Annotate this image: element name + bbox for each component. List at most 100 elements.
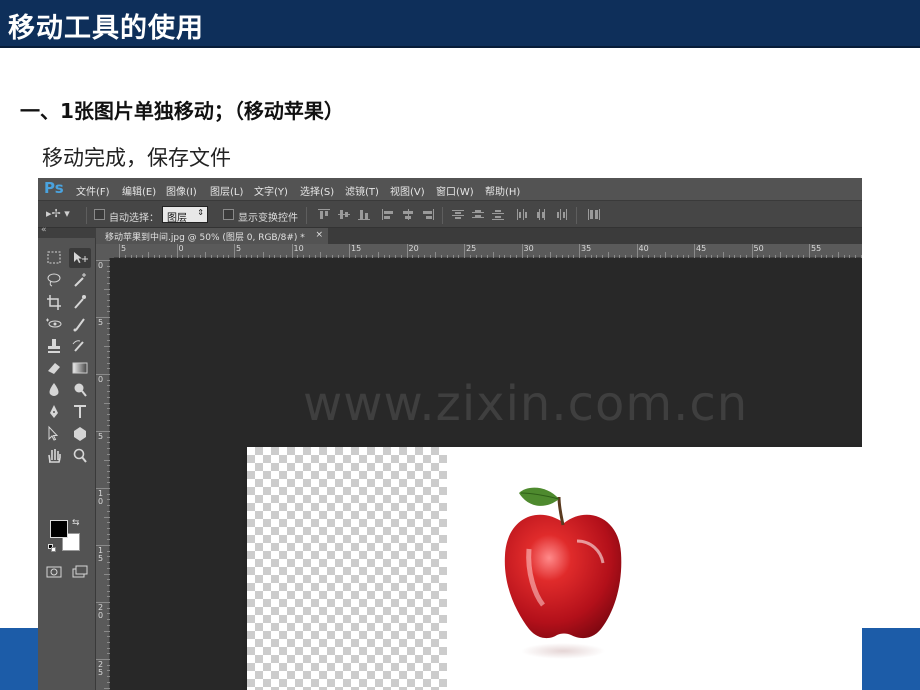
swap-colors-icon[interactable]: ⇆	[72, 518, 80, 528]
ruler-minor-tick	[820, 255, 822, 258]
align-top-icon[interactable]	[318, 209, 330, 220]
eraser-tool-icon[interactable]	[43, 358, 65, 378]
ruler-minor-tick	[395, 255, 396, 258]
ruler-label: 35	[581, 244, 592, 253]
ruler-label: 30	[523, 244, 534, 253]
pen-tool-icon[interactable]	[43, 402, 65, 422]
ruler-minor-tick	[104, 573, 110, 575]
align-vcenter-icon[interactable]	[338, 209, 350, 220]
gradient-tool-icon[interactable]	[69, 358, 91, 378]
distribute-vcenter-icon[interactable]	[472, 209, 484, 220]
move-tool-preset-icon[interactable]: ▸✢ ▾	[46, 207, 70, 220]
ruler-label: 55	[811, 244, 822, 253]
ruler-minor-tick	[372, 255, 373, 258]
ruler-label: 20	[408, 244, 419, 253]
distribute-top-icon[interactable]	[452, 209, 464, 220]
ruler-minor-tick	[107, 265, 110, 267]
close-tab-icon[interactable]: ×	[315, 230, 323, 240]
ruler-minor-tick	[538, 255, 540, 258]
menu-window[interactable]: 窗口(W)	[436, 183, 474, 198]
auto-select-dropdown[interactable]: 图层 ⇕	[162, 206, 208, 224]
ruler-minor-tick	[182, 255, 184, 258]
menu-edit[interactable]: 编辑(E)	[122, 183, 156, 198]
hand-tool-icon[interactable]	[43, 446, 65, 466]
type-tool-icon[interactable]	[69, 402, 91, 422]
default-colors-icon[interactable]	[48, 544, 56, 552]
ruler-minor-tick	[791, 255, 793, 258]
clone-stamp-tool-icon[interactable]	[43, 336, 65, 356]
ruler-minor-tick	[107, 476, 110, 478]
align-right-icon[interactable]	[422, 209, 434, 220]
ruler-minor-tick	[107, 556, 110, 558]
document-tab[interactable]: 移动苹果到中间.jpg @ 50% (图层 0, RGB/8#) * ×	[96, 228, 328, 244]
document-canvas[interactable]	[247, 447, 862, 690]
ruler-label: 2 0	[98, 603, 104, 620]
menu-help[interactable]: 帮助(H)	[485, 183, 520, 198]
foreground-color-swatch[interactable]	[50, 520, 68, 538]
ruler-minor-tick	[107, 356, 110, 358]
distribute-hcenter-icon[interactable]	[536, 209, 548, 220]
zoom-tool-icon[interactable]	[69, 446, 91, 466]
tools-panel-header[interactable]: «	[38, 225, 96, 238]
distribute-left-icon[interactable]	[516, 209, 528, 220]
shape-tool-icon[interactable]	[69, 424, 91, 444]
marquee-tool-icon[interactable]	[43, 248, 65, 268]
show-transform-checkbox[interactable]	[223, 209, 234, 220]
menu-layer[interactable]: 图层(L)	[210, 183, 243, 198]
distribute-right-icon[interactable]	[556, 209, 568, 220]
auto-select-checkbox[interactable]	[94, 209, 105, 220]
menu-select[interactable]: 选择(S)	[300, 183, 334, 198]
align-bottom-icon[interactable]	[358, 209, 370, 220]
ruler-minor-tick	[107, 584, 110, 586]
align-left-icon[interactable]	[382, 209, 394, 220]
magic-wand-tool-icon[interactable]	[69, 270, 91, 290]
move-tool-icon[interactable]	[69, 248, 91, 268]
path-selection-tool-icon[interactable]	[43, 424, 65, 444]
history-brush-tool-icon[interactable]	[69, 336, 91, 356]
ruler-minor-tick	[107, 647, 110, 649]
lasso-tool-icon[interactable]	[43, 270, 65, 290]
ruler-label: 5	[98, 432, 104, 441]
ruler-label: 10	[293, 244, 304, 253]
spot-healing-tool-icon[interactable]	[43, 314, 65, 334]
menu-type[interactable]: 文字(Y)	[254, 183, 288, 198]
slide-title: 移动工具的使用	[8, 13, 204, 44]
align-hcenter-icon[interactable]	[402, 209, 414, 220]
ruler-minor-tick	[360, 255, 362, 258]
ruler-minor-tick	[107, 670, 110, 672]
ruler-minor-tick	[107, 311, 110, 313]
blur-tool-icon[interactable]	[43, 380, 65, 400]
ruler-minor-tick	[107, 539, 110, 541]
apple-image[interactable]	[499, 483, 629, 663]
screen-mode-icon[interactable]	[69, 562, 91, 582]
ruler-minor-tick	[400, 255, 402, 258]
ruler-minor-tick	[107, 379, 110, 381]
ruler-minor-tick	[498, 255, 500, 258]
ruler-minor-tick	[107, 362, 110, 364]
menu-filter[interactable]: 滤镜(T)	[345, 183, 379, 198]
auto-align-layers-icon[interactable]	[588, 209, 600, 220]
ruler-minor-tick	[104, 516, 110, 518]
ruler-minor-tick	[642, 255, 644, 258]
dodge-tool-icon[interactable]	[69, 380, 91, 400]
eyedropper-tool-icon[interactable]	[69, 292, 91, 312]
menu-image[interactable]: 图像(I)	[166, 183, 197, 198]
ruler-minor-tick	[481, 255, 483, 258]
ruler-minor-tick	[274, 255, 276, 258]
ruler-minor-tick	[596, 255, 598, 258]
ruler-minor-tick	[188, 255, 189, 258]
distribute-bottom-icon[interactable]	[492, 209, 504, 220]
ruler-minor-tick	[107, 482, 110, 484]
ruler-minor-tick	[165, 255, 166, 258]
ruler-minor-tick	[573, 255, 575, 258]
brush-tool-icon[interactable]	[69, 314, 91, 334]
quick-mask-icon[interactable]	[43, 562, 65, 582]
ruler-minor-tick	[740, 255, 741, 258]
menu-view[interactable]: 视图(V)	[390, 183, 425, 198]
ruler-minor-tick	[107, 299, 110, 301]
ruler-minor-tick	[331, 255, 333, 258]
ruler-minor-tick	[303, 255, 304, 258]
menu-file[interactable]: 文件(F)	[76, 183, 110, 198]
ruler-minor-tick	[147, 252, 149, 258]
crop-tool-icon[interactable]	[43, 292, 65, 312]
